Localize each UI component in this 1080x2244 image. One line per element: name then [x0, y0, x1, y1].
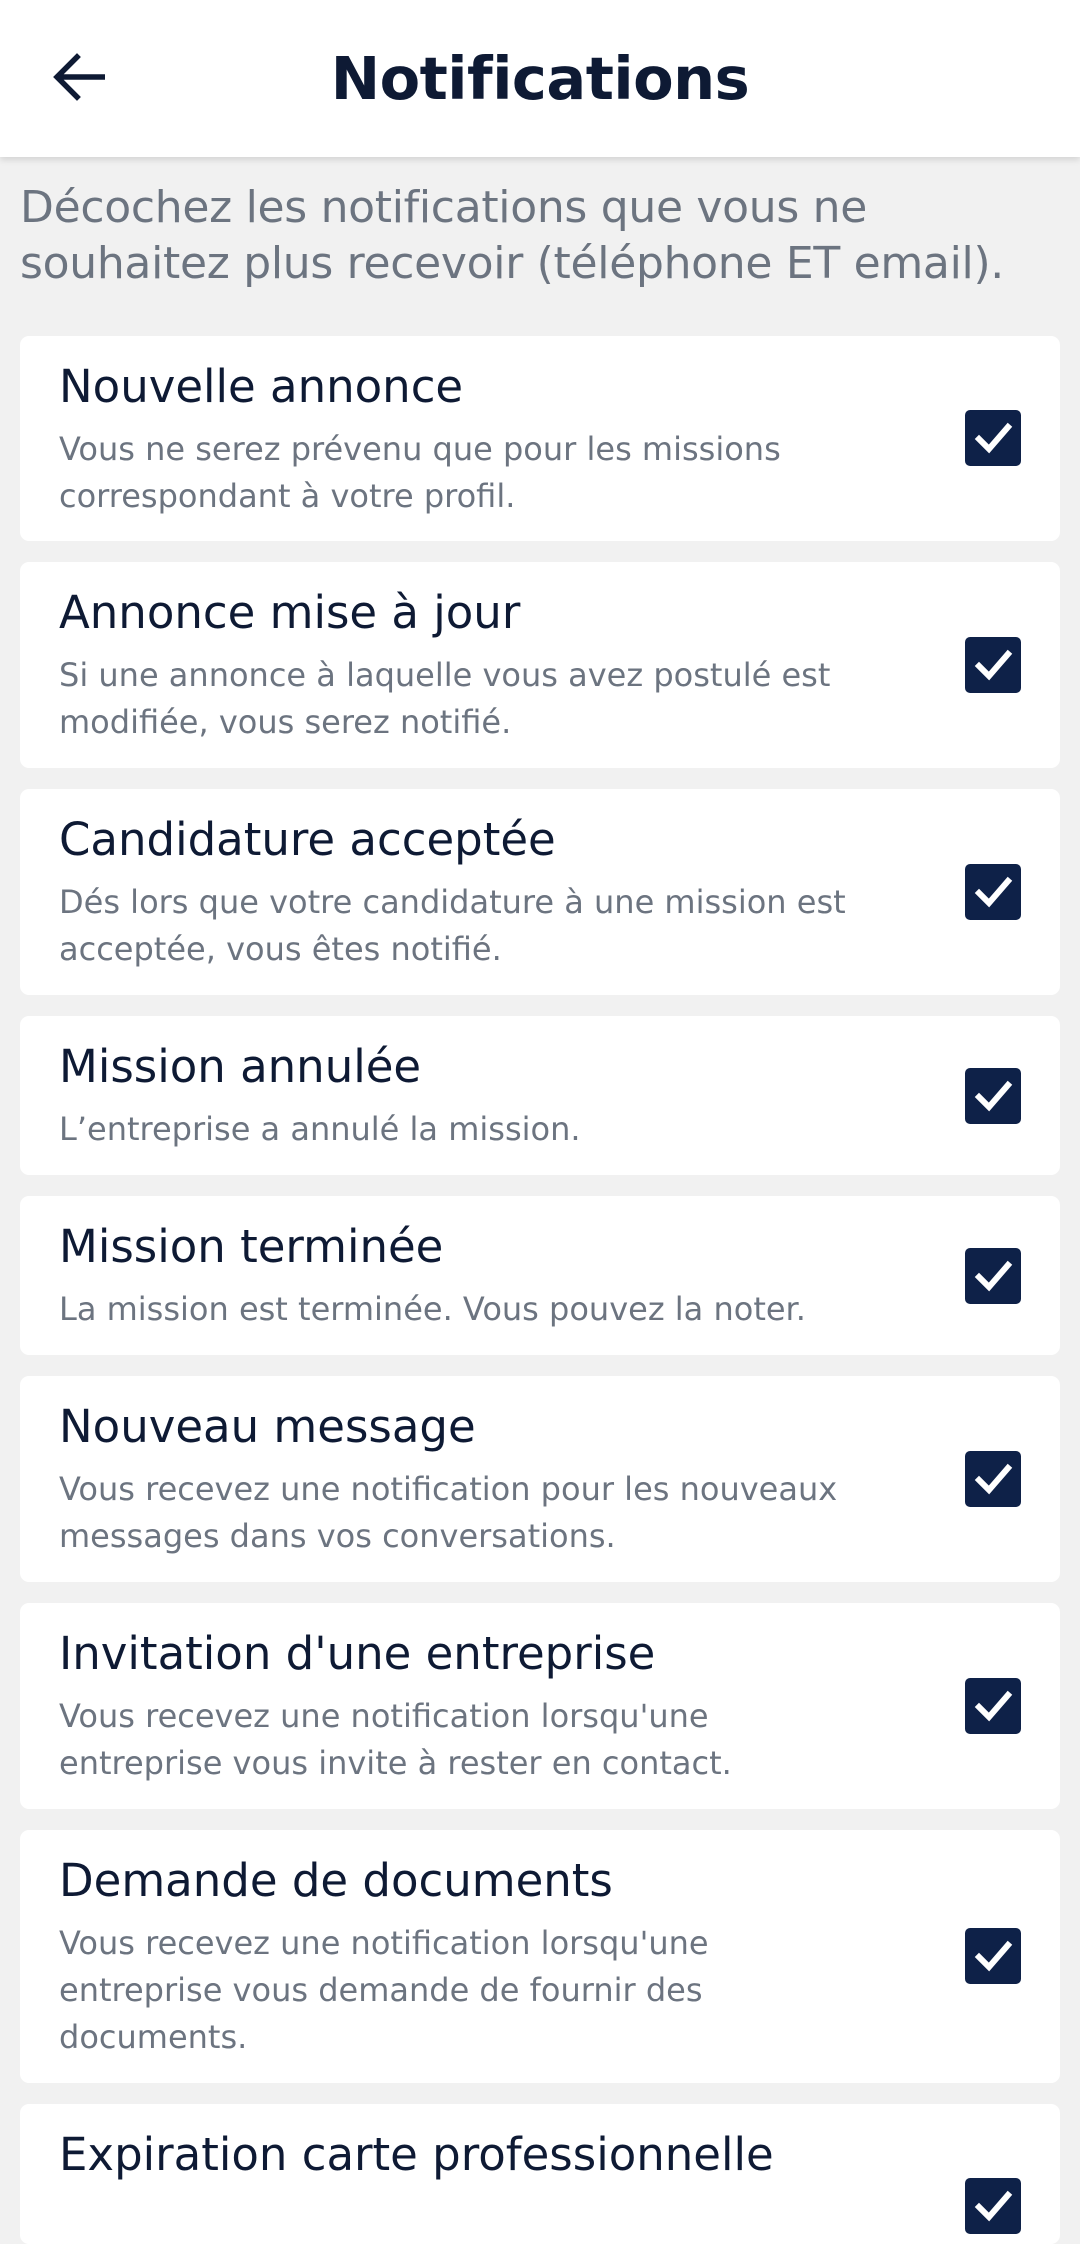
notification-title: Nouvelle annonce [59, 360, 464, 413]
notification-description: Vous recevez une notification lorsqu'une… [59, 1697, 732, 1782]
notification-description: La mission est terminée. Vous pouvez la … [59, 1290, 806, 1328]
checkmark-icon [974, 1080, 1013, 1112]
checkmark-icon [974, 1260, 1013, 1292]
notification-title: Expiration carte professionnelle [59, 2128, 774, 2181]
notification-description: Vous ne serez prévenu que pour les missi… [59, 430, 781, 515]
notification-checkbox[interactable] [965, 2178, 1021, 2234]
notification-item-invitation-entreprise: Invitation d'une entreprise Vous recevez… [20, 1603, 1060, 1809]
notification-description: Dés lors que votre candidature à une mis… [59, 883, 846, 968]
notification-item-annonce-mise-a-jour: Annonce mise à jour Si une annonce à laq… [20, 562, 1060, 768]
notification-item-candidature-acceptee: Candidature acceptée Dés lors que votre … [20, 789, 1060, 995]
checkmark-icon [974, 2190, 1013, 2222]
notification-description: Vous recevez une notification lorsqu'une… [59, 1924, 709, 2056]
notification-item-nouveau-message: Nouveau message Vous recevez une notific… [20, 1376, 1060, 1582]
checkmark-icon [974, 1690, 1013, 1722]
notification-checkbox[interactable] [965, 1068, 1021, 1124]
app-header: Notifications [0, 0, 1080, 157]
notification-item-nouvelle-annonce: Nouvelle annonce Vous ne serez prévenu q… [20, 336, 1060, 541]
notification-title: Mission terminée [59, 1220, 444, 1273]
notification-checkbox[interactable] [965, 1451, 1021, 1507]
notification-item-mission-terminee: Mission terminée La mission est terminée… [20, 1196, 1060, 1355]
notification-description: Vous recevez une notification pour les n… [59, 1470, 838, 1555]
notification-item-demande-documents: Demande de documents Vous recevez une no… [20, 1830, 1060, 2083]
notification-title: Demande de documents [59, 1854, 613, 1907]
notification-description: L’entreprise a annulé la mission. [59, 1110, 581, 1148]
notification-title: Annonce mise à jour [59, 586, 521, 639]
page-title: Notifications [330, 44, 750, 113]
notification-checkbox[interactable] [965, 1678, 1021, 1734]
notification-title: Candidature acceptée [59, 813, 556, 866]
notification-title: Invitation d'une entreprise [59, 1627, 656, 1680]
notification-item-expiration-carte: Expiration carte professionnelle [20, 2104, 1060, 2244]
checkmark-icon [974, 876, 1013, 908]
checkmark-icon [974, 422, 1013, 454]
intro-text: Décochez les notifications que vous ne s… [20, 182, 1004, 289]
checkmark-icon [974, 649, 1013, 681]
notification-description: Si une annonce à laquelle vous avez post… [59, 656, 831, 741]
notification-checkbox[interactable] [965, 1928, 1021, 1984]
notification-checkbox[interactable] [965, 864, 1021, 920]
notification-title: Mission annulée [59, 1040, 422, 1093]
notification-checkbox[interactable] [965, 1248, 1021, 1304]
notification-title: Nouveau message [59, 1400, 476, 1453]
notification-checkbox[interactable] [965, 410, 1021, 466]
notification-item-mission-annulee: Mission annulée L’entreprise a annulé la… [20, 1016, 1060, 1175]
checkmark-icon [974, 1940, 1013, 1972]
checkmark-icon [974, 1463, 1013, 1495]
notification-checkbox[interactable] [965, 637, 1021, 693]
